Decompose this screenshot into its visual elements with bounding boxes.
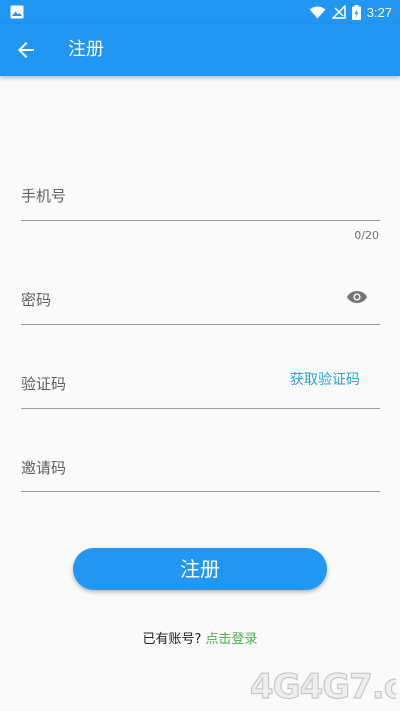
invite-code-label: 邀请码 xyxy=(21,459,67,477)
status-icons: 3:27 xyxy=(309,0,392,24)
phone-field[interactable]: 手机号 xyxy=(21,183,380,221)
invite-code-field[interactable]: 邀请码 xyxy=(21,455,380,492)
phone-counter: 0/20 xyxy=(354,229,379,242)
status-bar: 3:27 xyxy=(0,0,400,24)
page-title: 注册 xyxy=(68,39,104,60)
password-field[interactable]: 密码 xyxy=(21,287,380,325)
image-icon xyxy=(10,5,24,19)
password-label: 密码 xyxy=(21,291,52,309)
watermark-logo: 4G4G7.com xyxy=(249,666,396,707)
login-question: 已有账号? xyxy=(142,632,202,647)
get-code-button[interactable]: 获取验证码 xyxy=(290,369,360,389)
status-time: 3:27 xyxy=(366,4,392,20)
login-prompt: 已有账号? 点击登录 xyxy=(0,628,400,647)
wifi-icon xyxy=(309,6,326,18)
login-link[interactable]: 点击登录 xyxy=(206,632,258,647)
signal-icon xyxy=(331,5,346,19)
register-button[interactable]: 注册 xyxy=(73,548,327,590)
watermark-text: 4G4G7.com xyxy=(250,667,396,707)
phone-label: 手机号 xyxy=(21,187,67,205)
app-bar: 注册 xyxy=(0,24,400,76)
arrow-back-icon[interactable] xyxy=(14,38,38,62)
battery-charging-icon xyxy=(351,4,361,20)
verification-code-label: 验证码 xyxy=(21,375,67,393)
eye-icon[interactable] xyxy=(346,288,368,306)
